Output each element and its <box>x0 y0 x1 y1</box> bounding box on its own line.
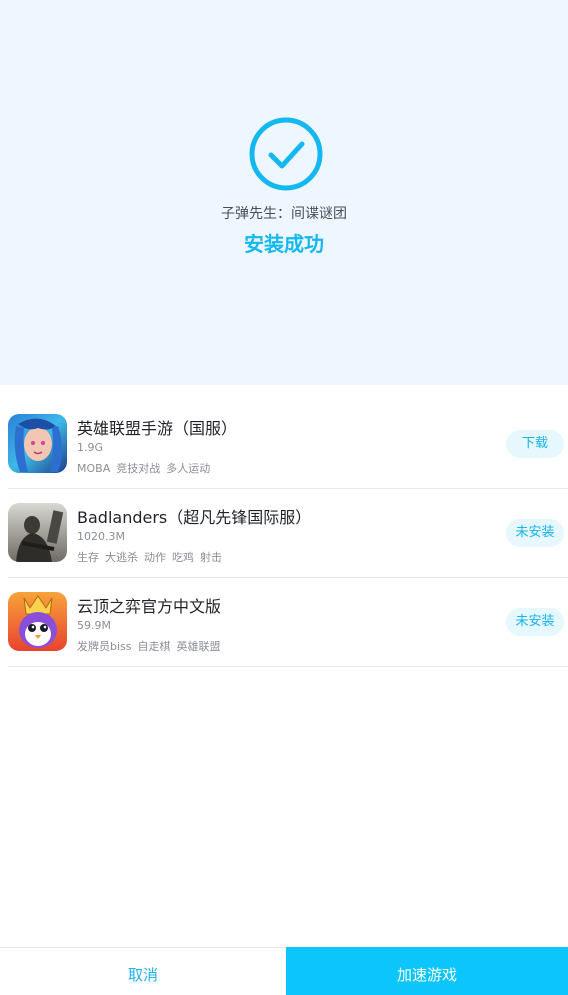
game-tags: 生存 大逃杀 动作 吃鸡 射击 <box>77 549 228 565</box>
check-circle-icon <box>249 117 323 191</box>
game-tag: 射击 <box>200 551 222 564</box>
not-installed-button[interactable]: 未安装 <box>506 519 564 547</box>
game-tags: MOBA 竞技对战 多人运动 <box>77 460 216 476</box>
game-tag: 竞技对战 <box>116 462 161 475</box>
game-title: 云顶之弈官方中文版 <box>77 597 222 616</box>
cancel-button[interactable]: 取消 <box>0 948 286 995</box>
badlanders-app-icon <box>8 503 67 562</box>
install-status-title: 安装成功 <box>244 232 324 256</box>
game-tag: 发牌员biss <box>77 640 132 653</box>
not-installed-button[interactable]: 未安装 <box>506 608 564 636</box>
recommended-games-list: 英雄联盟手游（国服） 1.9G MOBA 竞技对战 多人运动 下载 Badlan… <box>0 400 568 667</box>
game-tags: 发牌员biss 自走棋 英雄联盟 <box>77 638 227 654</box>
game-tag: 多人运动 <box>166 462 211 475</box>
install-result-page: 子弹先生：间谍谜团 安装成功 英雄联盟手游（国服） 1.9G MOBA 竞技对战… <box>0 0 568 995</box>
game-tag: 大逃杀 <box>105 551 138 564</box>
tft-app-icon <box>8 592 67 651</box>
list-item[interactable]: Badlanders（超凡先锋国际服） 1020.3M 生存 大逃杀 动作 吃鸡 射击 … <box>8 489 568 578</box>
accelerate-game-button[interactable]: 加速游戏 <box>286 947 568 995</box>
game-tag: 自走棋 <box>137 640 171 653</box>
league-mobile-app-icon <box>8 414 67 473</box>
game-size: 59.9M <box>77 619 111 632</box>
game-size: 1020.3M <box>77 530 125 543</box>
installed-game-name: 子弹先生：间谍谜团 <box>221 206 347 222</box>
game-tag: MOBA <box>77 462 111 475</box>
list-item[interactable]: 英雄联盟手游（国服） 1.9G MOBA 竞技对战 多人运动 下载 <box>8 400 568 489</box>
download-button[interactable]: 下载 <box>506 430 564 458</box>
game-tag: 吃鸡 <box>172 551 194 564</box>
game-tag: 动作 <box>144 551 166 564</box>
game-size: 1.9G <box>77 441 104 454</box>
list-item[interactable]: 云顶之弈官方中文版 59.9M 发牌员biss 自走棋 英雄联盟 未安装 <box>8 578 568 667</box>
game-title: 英雄联盟手游（国服） <box>77 419 238 438</box>
game-title: Badlanders（超凡先锋国际服） <box>77 508 312 527</box>
bottom-action-bar: 取消 加速游戏 <box>0 947 568 995</box>
install-success-panel: 子弹先生：间谍谜团 安装成功 <box>0 0 568 385</box>
game-tag: 生存 <box>77 551 99 564</box>
game-tag: 英雄联盟 <box>176 640 221 653</box>
